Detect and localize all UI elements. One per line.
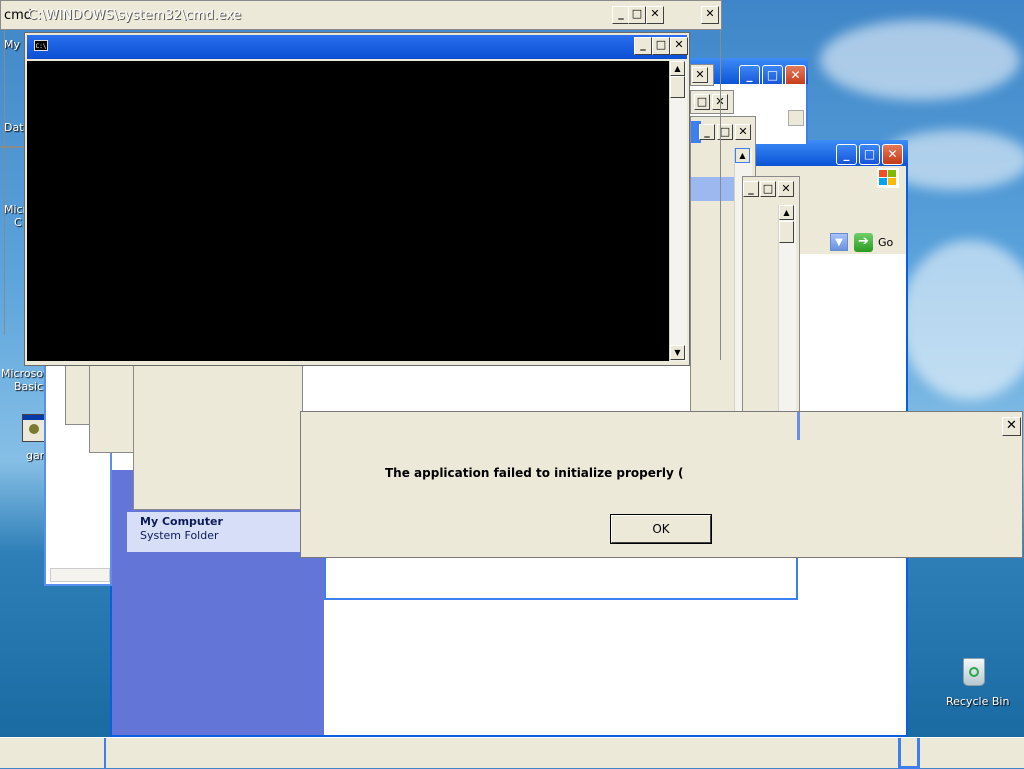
- console-maximize-button[interactable]: □: [652, 37, 670, 55]
- console-scroll-up[interactable]: ▲: [670, 61, 685, 76]
- console-window[interactable]: C:\ _ □ ✕ ▲ ▼: [24, 32, 690, 366]
- ghost-frame-line: [720, 30, 721, 360]
- cascade-close-button-4[interactable]: ✕: [778, 181, 794, 197]
- console-title-bar[interactable]: C:\: [27, 35, 687, 59]
- cloud-decoration: [820, 20, 1020, 100]
- cascade-scroll-up-4[interactable]: ▲: [779, 205, 794, 220]
- secondary-minimize-button[interactable]: _: [739, 65, 760, 86]
- gear-icon: [29, 424, 39, 434]
- game-icon-titlebar: [23, 415, 45, 420]
- console-scroll-down[interactable]: ▼: [670, 345, 685, 360]
- desktop-icon-my-computer-label[interactable]: My: [4, 38, 20, 51]
- explorer-maximize-button[interactable]: □: [859, 144, 880, 165]
- ok-button[interactable]: OK: [610, 514, 712, 544]
- hscroll-bar[interactable]: [50, 568, 110, 582]
- cascade-min-button-3[interactable]: _: [699, 124, 715, 140]
- recycle-bin-icon[interactable]: [960, 656, 988, 688]
- cascade-scrollbar-4[interactable]: ▲: [778, 205, 796, 412]
- ghost-frame-line: [4, 30, 5, 335]
- cloud-decoration: [900, 240, 1024, 400]
- console-close-button[interactable]: ✕: [670, 37, 688, 55]
- cascade-min-button-4[interactable]: _: [743, 181, 759, 197]
- dialog-close-button[interactable]: ✕: [1002, 417, 1021, 436]
- explorer-minimize-button[interactable]: _: [836, 144, 857, 165]
- error-dialog[interactable]: ✕ The application failed to initialize p…: [300, 411, 1023, 558]
- secondary-scroll-up[interactable]: [788, 110, 804, 126]
- dialog-title-fragment: [797, 412, 800, 440]
- windows-logo-icon: [877, 168, 899, 188]
- desktop-icon-micro-label2: C: [14, 216, 22, 229]
- details-title: My Computer: [140, 515, 223, 528]
- error-message: The application failed to initialize pro…: [385, 466, 684, 480]
- details-subtitle: System Folder: [140, 529, 219, 542]
- game-app-icon[interactable]: [22, 414, 46, 442]
- inner-window-bottom: [324, 558, 798, 600]
- cascade-scroll-up-3[interactable]: ▲: [735, 148, 750, 163]
- explorer-close-button[interactable]: ✕: [882, 144, 903, 165]
- cascade-scroll-thumb-4[interactable]: [779, 221, 794, 243]
- console-scroll-thumb[interactable]: [670, 76, 685, 98]
- cmd-maximize-button[interactable]: □: [628, 6, 646, 24]
- recycle-bin-label[interactable]: Recycle Bin: [946, 695, 1009, 708]
- cascade-close-button-3[interactable]: ✕: [735, 124, 751, 140]
- taskbar-divider: [104, 738, 106, 769]
- console-app-icon: C:\: [34, 40, 48, 51]
- address-dropdown-button[interactable]: ▼: [830, 233, 848, 251]
- secondary-close-button[interactable]: ✕: [785, 65, 806, 86]
- go-button-label[interactable]: Go: [878, 236, 893, 249]
- console-output-area[interactable]: [27, 61, 669, 361]
- desktop-icon-ms-basic-label2: Basic: [14, 380, 44, 393]
- cascade-max-button-2[interactable]: □: [694, 94, 710, 110]
- cmd-window-title: C:\WINDOWS\system32\cmd.exe: [28, 8, 242, 23]
- console-scrollbar[interactable]: ▲ ▼: [669, 61, 687, 361]
- secondary-maximize-button[interactable]: □: [762, 65, 783, 86]
- ghost-close-button[interactable]: ✕: [701, 6, 719, 24]
- cascade-max-button-4[interactable]: □: [760, 181, 776, 197]
- taskbar: [0, 737, 1024, 769]
- taskbar-tray-button[interactable]: [898, 738, 920, 769]
- cascade-close-button-1[interactable]: ✕: [692, 67, 708, 83]
- cmd-close-button[interactable]: ✕: [646, 6, 664, 24]
- explorer-details-panel: My Computer System Folder: [127, 512, 301, 552]
- console-minimize-button[interactable]: _: [634, 37, 652, 55]
- go-arrow-icon[interactable]: ➔: [854, 233, 873, 252]
